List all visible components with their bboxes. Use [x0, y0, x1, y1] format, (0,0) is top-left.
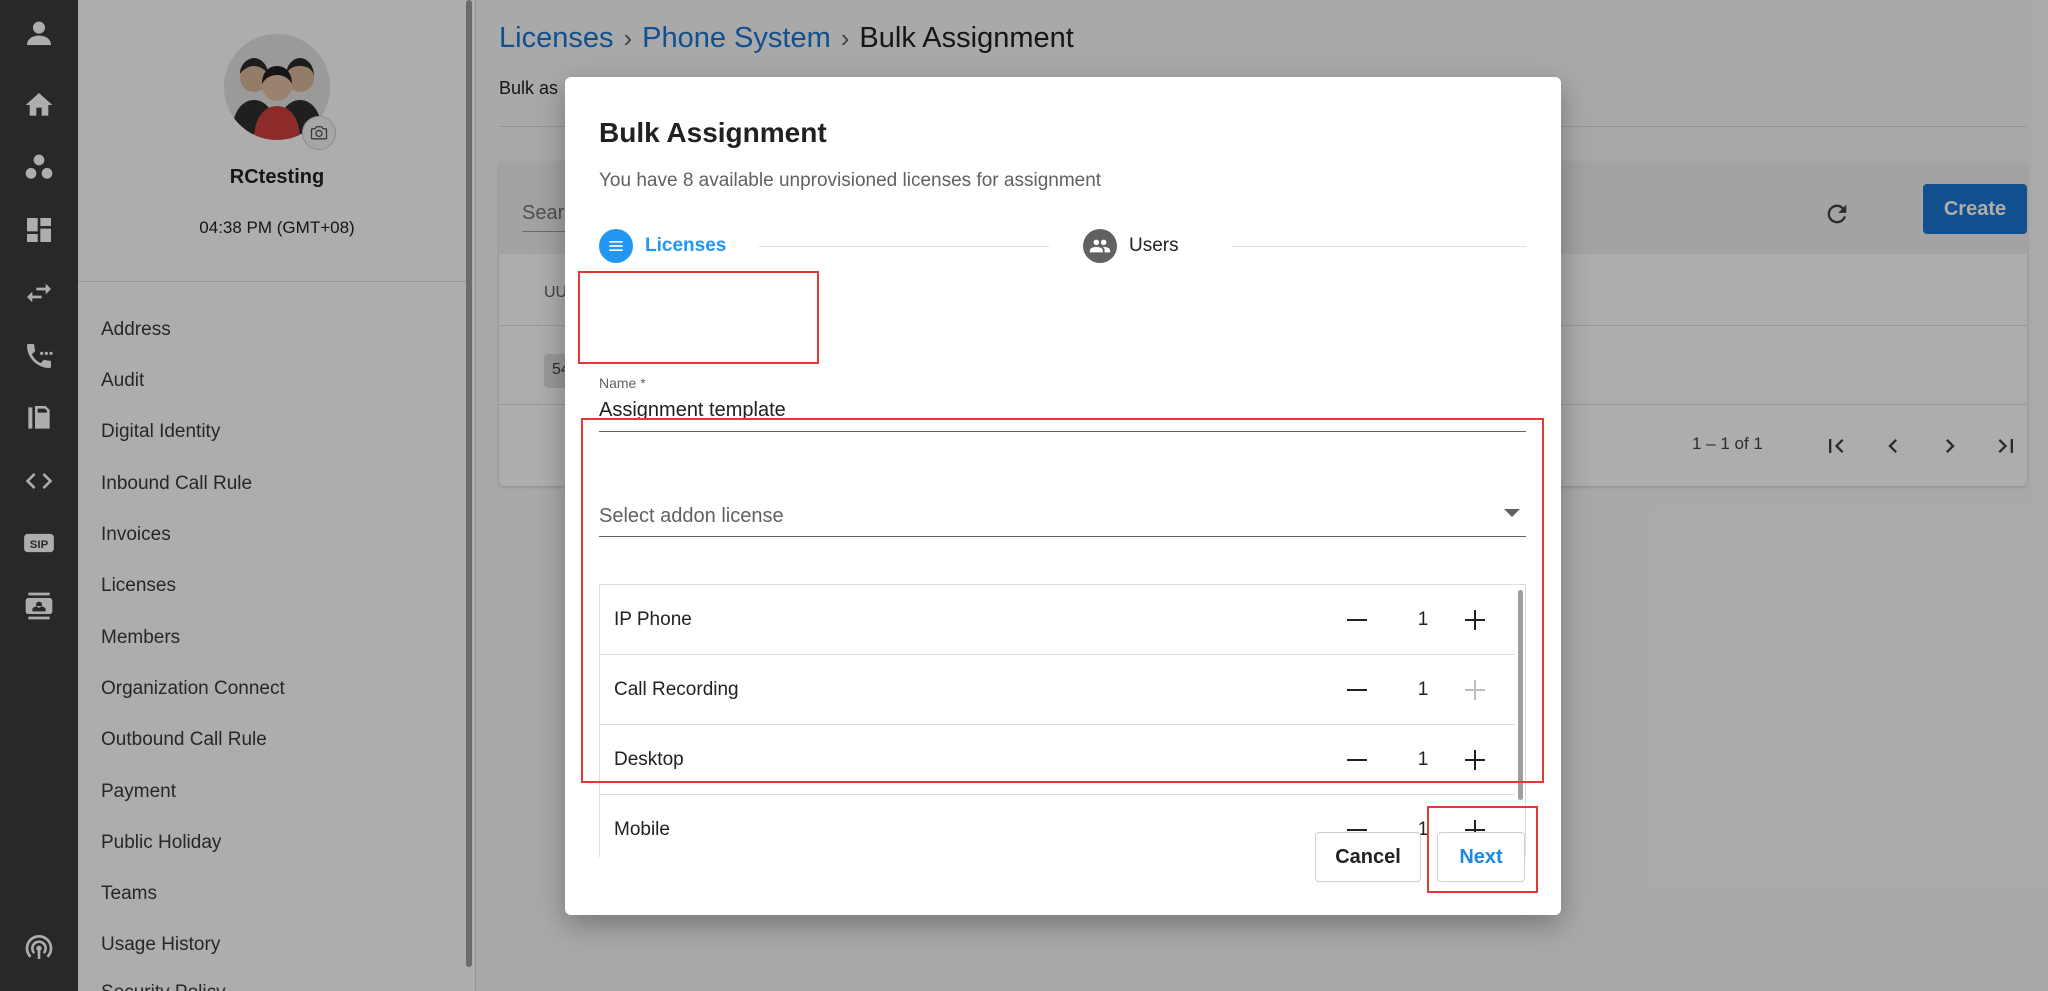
license-list: IP Phone 1 Call Recording 1 Desktop 1 Mo… — [599, 584, 1526, 857]
step-connector — [759, 246, 1049, 247]
list-item: Desktop 1 — [600, 725, 1515, 795]
license-list-scrollbar[interactable] — [1518, 590, 1523, 800]
name-field-label: Name * — [599, 375, 646, 391]
increment-button[interactable] — [1462, 607, 1488, 633]
license-name: Mobile — [614, 819, 670, 840]
list-item: Call Recording 1 — [600, 655, 1515, 725]
step-label-licenses: Licenses — [645, 235, 727, 256]
bulk-assignment-dialog: Bulk Assignment You have 8 available unp… — [565, 77, 1561, 915]
decrement-button[interactable] — [1344, 607, 1370, 633]
caret-down-icon — [1504, 509, 1520, 517]
addon-license-select[interactable]: Select addon license — [599, 501, 1526, 537]
step-users[interactable]: Users — [1083, 229, 1179, 263]
list-icon — [599, 229, 633, 263]
license-name: Desktop — [614, 749, 684, 770]
list-item: IP Phone 1 — [600, 585, 1515, 655]
increment-button[interactable] — [1462, 747, 1488, 773]
addon-license-placeholder: Select addon license — [599, 505, 784, 527]
license-quantity: 1 — [1417, 679, 1429, 700]
decrement-button[interactable] — [1344, 677, 1370, 703]
license-quantity: 1 — [1417, 749, 1429, 770]
decrement-button[interactable] — [1344, 747, 1370, 773]
users-icon — [1083, 229, 1117, 263]
step-licenses[interactable]: Licenses — [599, 229, 726, 263]
dialog-subtitle: You have 8 available unprovisioned licen… — [599, 170, 1102, 191]
step-connector-end — [1232, 246, 1526, 247]
cancel-button[interactable]: Cancel — [1315, 832, 1421, 882]
license-name: IP Phone — [614, 609, 692, 630]
next-button[interactable]: Next — [1437, 832, 1525, 882]
step-label-users: Users — [1129, 235, 1179, 256]
name-input[interactable]: Assignment template — [599, 399, 1526, 432]
dialog-title: Bulk Assignment — [599, 117, 827, 148]
license-quantity: 1 — [1417, 609, 1429, 630]
license-name: Call Recording — [614, 679, 739, 700]
increment-button-disabled — [1462, 677, 1488, 703]
